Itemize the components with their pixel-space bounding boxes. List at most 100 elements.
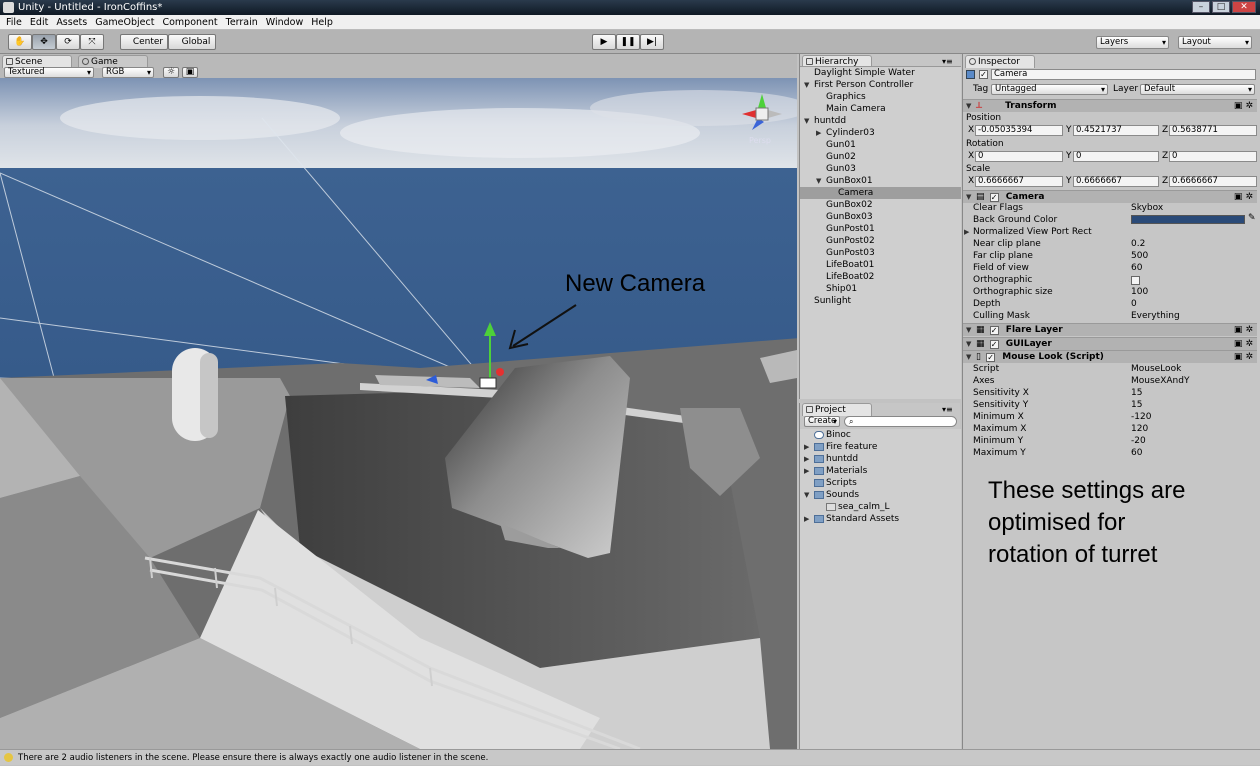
hierarchy-item[interactable]: GunPost01 <box>800 223 961 235</box>
project-item[interactable]: ▶ Standard Assets <box>800 513 899 525</box>
window-titlebar[interactable]: Unity - Untitled - IronCoffins* – □ ✕ <box>0 0 1260 15</box>
scale-tool-button[interactable]: ⤧ <box>80 34 104 50</box>
color-mode-dropdown[interactable]: RGB <box>102 67 154 78</box>
rotation-z-field[interactable]: 0 <box>1169 151 1257 162</box>
menu-component[interactable]: Component <box>158 15 221 29</box>
rotation-x-field[interactable]: 0 <box>975 151 1063 162</box>
property-value[interactable]: -20 <box>1131 435 1146 447</box>
menu-help[interactable]: Help <box>307 15 337 29</box>
scale-z-field[interactable]: 0.6666667 <box>1169 176 1257 187</box>
hierarchy-item[interactable]: GunPost02 <box>800 235 961 247</box>
position-z-field[interactable]: 0.5638771 <box>1169 125 1257 136</box>
mouse-look-gear-icon[interactable]: ▣ ✲ <box>1234 351 1253 363</box>
property-value[interactable]: Everything <box>1131 310 1180 322</box>
menu-assets[interactable]: Assets <box>52 15 91 29</box>
tree-toggle-icon[interactable]: ▶ <box>804 453 814 465</box>
move-tool-button[interactable]: ✥ <box>32 34 56 50</box>
scale-x-field[interactable]: 0.6666667 <box>975 176 1063 187</box>
project-item[interactable]: ▶ Fire feature <box>800 441 877 453</box>
gui-layer-header[interactable]: ▼ ▦ ✓ GUILayer ▣ ✲ <box>963 337 1257 350</box>
project-item[interactable]: Scripts <box>800 477 857 489</box>
hierarchy-item[interactable]: Gun01 <box>800 139 961 151</box>
hierarchy-item[interactable]: GunBox02 <box>800 199 961 211</box>
gui-layer-checkbox[interactable]: ✓ <box>989 340 999 349</box>
tree-toggle-icon[interactable]: ▼ <box>804 79 814 91</box>
hand-tool-button[interactable]: ✋ <box>8 34 32 50</box>
menu-gameobject[interactable]: GameObject <box>91 15 158 29</box>
project-menu-icon[interactable]: ▾≡ <box>942 405 953 414</box>
create-dropdown[interactable]: Create <box>804 416 840 427</box>
hierarchy-item[interactable]: Gun02 <box>800 151 961 163</box>
render-mode-dropdown[interactable]: Textured <box>4 67 94 78</box>
layout-dropdown[interactable]: Layout <box>1178 36 1252 49</box>
hierarchy-item[interactable]: LifeBoat01 <box>800 259 961 271</box>
mouse-look-header[interactable]: ▼ ▯ ✓ Mouse Look (Script) ▣ ✲ <box>963 350 1257 363</box>
scale-y-field[interactable]: 0.6666667 <box>1073 176 1159 187</box>
layers-dropdown[interactable]: Layers <box>1096 36 1169 49</box>
hierarchy-item[interactable]: ▼ huntdd <box>800 115 961 127</box>
scene-lighting-button[interactable]: ☼ <box>163 67 179 78</box>
tree-toggle-icon[interactable]: ▶ <box>816 127 826 139</box>
pivot-center-button[interactable]: Center <box>120 34 168 50</box>
rotate-tool-button[interactable]: ⟳ <box>56 34 80 50</box>
property-value[interactable]: 60 <box>1131 262 1142 274</box>
rotation-y-field[interactable]: 0 <box>1073 151 1159 162</box>
property-value[interactable]: 0.2 <box>1131 238 1145 250</box>
scene-viewport[interactable]: New Camera Persp <box>0 78 797 749</box>
project-item[interactable]: ▶ Materials <box>800 465 867 477</box>
hierarchy-item[interactable]: ▶ Cylinder03 <box>800 127 961 139</box>
step-button[interactable]: ▶| <box>640 34 664 50</box>
property-value[interactable]: -120 <box>1131 411 1151 423</box>
hierarchy-item[interactable]: Daylight Simple Water <box>800 67 961 79</box>
orientation-gizmo[interactable] <box>740 90 784 134</box>
menu-window[interactable]: Window <box>262 15 307 29</box>
property-value[interactable]: 15 <box>1131 399 1142 411</box>
foldout-arrow-icon[interactable]: ▶ <box>964 226 973 238</box>
transform-header[interactable]: ▼ ⟂ Transform ▣ ✲ <box>963 99 1257 112</box>
hierarchy-item[interactable]: ▼ First Person Controller <box>800 79 961 91</box>
property-value[interactable]: 500 <box>1131 250 1148 262</box>
property-value[interactable]: 100 <box>1131 286 1148 298</box>
project-search-input[interactable]: ⌕ <box>844 416 957 427</box>
project-item[interactable]: ▶ huntdd <box>800 453 858 465</box>
camera-enabled-checkbox[interactable]: ✓ <box>989 193 999 202</box>
tree-toggle-icon[interactable]: ▶ <box>804 465 814 477</box>
project-item[interactable]: Binoc <box>800 429 851 441</box>
property-value[interactable]: MouseXAndY <box>1131 375 1189 387</box>
tree-toggle-icon[interactable]: ▼ <box>804 115 814 127</box>
object-active-checkbox[interactable]: ✓ <box>979 70 988 79</box>
menu-edit[interactable]: Edit <box>26 15 52 29</box>
panel-menu-icon[interactable]: ▾≡ <box>942 57 953 66</box>
orthographic-checkbox[interactable] <box>1131 276 1140 285</box>
hierarchy-item[interactable]: Gun03 <box>800 163 961 175</box>
flare-layer-header[interactable]: ▼ ▦ ✓ Flare Layer ▣ ✲ <box>963 323 1257 336</box>
tab-project[interactable]: Project <box>802 403 872 416</box>
property-value[interactable]: 120 <box>1131 423 1148 435</box>
tree-toggle-icon[interactable]: ▶ <box>804 513 814 525</box>
tree-toggle-icon[interactable]: ▼ <box>804 489 814 501</box>
pause-button[interactable]: ❚❚ <box>616 34 640 50</box>
hierarchy-item[interactable]: ▼ GunBox01 <box>800 175 961 187</box>
tree-toggle-icon[interactable]: ▶ <box>804 441 814 453</box>
property-value[interactable]: 0 <box>1131 298 1137 310</box>
object-name-field[interactable]: Camera <box>991 69 1256 80</box>
maximize-button[interactable]: □ <box>1212 1 1230 13</box>
close-button[interactable]: ✕ <box>1232 1 1256 13</box>
hierarchy-item[interactable]: Sunlight <box>800 295 961 307</box>
camera-gear-icon[interactable]: ▣ ✲ <box>1234 191 1253 203</box>
gui-layer-gear-icon[interactable]: ▣ ✲ <box>1234 338 1253 350</box>
play-button[interactable]: ▶ <box>592 34 616 50</box>
project-item[interactable]: ▼ Sounds <box>800 489 859 501</box>
tab-inspector[interactable]: Inspector <box>965 55 1035 68</box>
tree-toggle-icon[interactable]: ▼ <box>816 175 826 187</box>
position-y-field[interactable]: 0.4521737 <box>1073 125 1159 136</box>
hierarchy-item[interactable]: Camera <box>800 187 961 199</box>
hierarchy-item[interactable]: GunBox03 <box>800 211 961 223</box>
menu-terrain[interactable]: Terrain <box>222 15 262 29</box>
status-bar[interactable]: There are 2 audio listeners in the scene… <box>0 749 1260 765</box>
property-value[interactable]: 60 <box>1131 447 1142 459</box>
background-color-swatch[interactable] <box>1131 215 1245 224</box>
layer-dropdown[interactable]: Default <box>1140 84 1255 95</box>
hierarchy-item[interactable]: GunPost03 <box>800 247 961 259</box>
property-value[interactable]: MouseLook <box>1131 363 1181 375</box>
